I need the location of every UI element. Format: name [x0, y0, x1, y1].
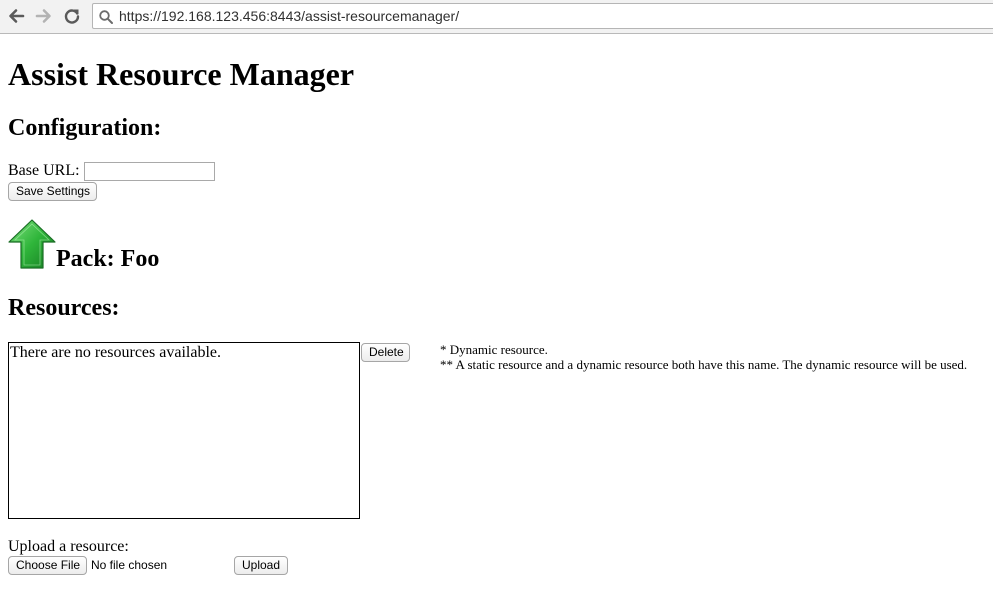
resource-notes: * Dynamic resource. ** A static resource…	[440, 342, 967, 372]
delete-button[interactable]: Delete	[361, 343, 410, 362]
base-url-input[interactable]	[84, 162, 215, 181]
address-bar[interactable]: https://192.168.123.456:8443/assist-reso…	[92, 3, 993, 29]
resource-list[interactable]: There are no resources available.	[8, 342, 360, 519]
configuration-heading: Configuration:	[8, 115, 162, 141]
choose-file-button[interactable]: Choose File	[8, 556, 87, 575]
base-url-label: Base URL:	[8, 162, 80, 179]
reload-button[interactable]	[61, 5, 83, 27]
save-settings-button[interactable]: Save Settings	[8, 182, 97, 201]
upload-button[interactable]: Upload	[234, 556, 288, 575]
search-icon	[99, 10, 113, 24]
reload-icon	[64, 9, 80, 24]
note-dynamic: * Dynamic resource.	[440, 342, 548, 357]
resources-heading: Resources:	[8, 295, 120, 321]
green-up-arrow-icon[interactable]	[8, 219, 56, 269]
pack-heading: Pack: Foo	[56, 246, 160, 272]
page-title: Assist Resource Manager	[8, 56, 355, 92]
forward-button[interactable]	[33, 5, 55, 27]
no-file-chosen-text: No file chosen	[91, 558, 168, 572]
browser-toolbar: https://192.168.123.456:8443/assist-reso…	[0, 0, 993, 34]
arrow-right-icon	[35, 9, 51, 23]
back-button[interactable]	[5, 5, 27, 27]
arrow-left-icon	[9, 9, 25, 23]
note-static-dynamic: ** A static resource and a dynamic resou…	[440, 357, 968, 372]
page-content: Assist Resource Manager Configuration: B…	[0, 35, 993, 589]
address-url[interactable]: https://192.168.123.456:8443/assist-reso…	[119, 8, 459, 24]
upload-label: Upload a resource:	[8, 538, 129, 555]
resource-list-empty-message: There are no resources available.	[10, 344, 221, 361]
